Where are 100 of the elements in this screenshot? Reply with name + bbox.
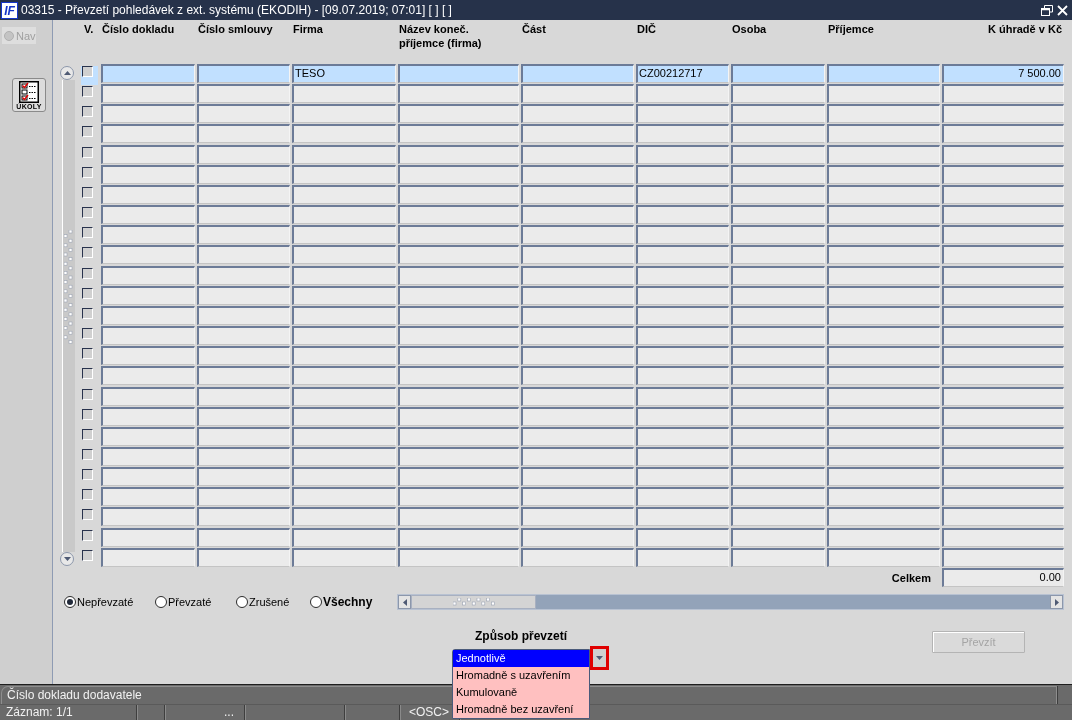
table-cell[interactable] bbox=[636, 527, 729, 547]
table-cell[interactable] bbox=[101, 285, 195, 305]
table-cell[interactable] bbox=[827, 487, 940, 507]
table-cell[interactable] bbox=[942, 144, 1064, 164]
table-cell[interactable] bbox=[197, 507, 290, 527]
table-cell[interactable] bbox=[942, 547, 1064, 567]
table-cell[interactable] bbox=[101, 507, 195, 527]
filter-radio[interactable]: Zrušené bbox=[236, 596, 310, 609]
table-cell[interactable] bbox=[521, 326, 634, 346]
table-cell[interactable] bbox=[827, 84, 940, 104]
table-cell[interactable] bbox=[827, 467, 940, 487]
table-cell[interactable] bbox=[521, 346, 634, 366]
table-cell[interactable] bbox=[942, 245, 1064, 265]
table-cell[interactable] bbox=[197, 124, 290, 144]
table-cell[interactable] bbox=[292, 285, 396, 305]
table-cell[interactable] bbox=[197, 467, 290, 487]
table-cell[interactable] bbox=[636, 426, 729, 446]
table-cell[interactable] bbox=[521, 446, 634, 466]
table-cell[interactable] bbox=[731, 225, 825, 245]
table-cell[interactable] bbox=[942, 446, 1064, 466]
table-cell[interactable] bbox=[197, 104, 290, 124]
table-cell[interactable] bbox=[827, 305, 940, 325]
restore-window-icon[interactable] bbox=[1041, 4, 1053, 16]
table-cell[interactable] bbox=[827, 245, 940, 265]
table-cell[interactable] bbox=[731, 406, 825, 426]
table-cell[interactable] bbox=[101, 386, 195, 406]
table-cell[interactable] bbox=[827, 124, 940, 144]
table-cell[interactable] bbox=[942, 124, 1064, 144]
table-cell[interactable] bbox=[521, 164, 634, 184]
table-cell[interactable] bbox=[398, 386, 519, 406]
table-cell[interactable] bbox=[731, 84, 825, 104]
row-checkbox[interactable] bbox=[82, 186, 93, 198]
row-checkbox[interactable] bbox=[82, 368, 93, 380]
row-checkbox[interactable] bbox=[82, 307, 93, 319]
table-cell[interactable] bbox=[101, 487, 195, 507]
vertical-scrollbar[interactable] bbox=[58, 64, 76, 568]
table-cell[interactable] bbox=[827, 144, 940, 164]
table-cell[interactable] bbox=[731, 426, 825, 446]
table-cell[interactable] bbox=[398, 84, 519, 104]
table-cell[interactable] bbox=[197, 225, 290, 245]
table-cell[interactable] bbox=[292, 467, 396, 487]
row-checkbox[interactable] bbox=[82, 227, 93, 239]
table-cell[interactable] bbox=[731, 547, 825, 567]
table-cell[interactable] bbox=[197, 547, 290, 567]
table-cell[interactable] bbox=[942, 326, 1064, 346]
table-cell[interactable] bbox=[731, 507, 825, 527]
row-checkbox[interactable] bbox=[82, 247, 93, 259]
table-cell[interactable] bbox=[398, 144, 519, 164]
table-cell[interactable] bbox=[827, 527, 940, 547]
table-cell[interactable] bbox=[398, 205, 519, 225]
table-cell[interactable] bbox=[292, 104, 396, 124]
table-cell[interactable] bbox=[101, 225, 195, 245]
table-cell[interactable] bbox=[827, 426, 940, 446]
table-cell[interactable] bbox=[292, 446, 396, 466]
table-cell[interactable] bbox=[521, 245, 634, 265]
table-cell[interactable] bbox=[101, 305, 195, 325]
table-cell[interactable] bbox=[827, 225, 940, 245]
table-cell[interactable] bbox=[197, 205, 290, 225]
table-cell[interactable] bbox=[942, 366, 1064, 386]
filter-radio[interactable]: Nepřevzaté bbox=[64, 596, 155, 609]
table-cell[interactable] bbox=[292, 406, 396, 426]
table-cell[interactable] bbox=[636, 245, 729, 265]
table-cell[interactable] bbox=[521, 265, 634, 285]
table-cell[interactable] bbox=[398, 426, 519, 446]
table-cell[interactable] bbox=[292, 144, 396, 164]
table-cell[interactable] bbox=[292, 205, 396, 225]
table-cell[interactable] bbox=[827, 64, 940, 83]
table-cell[interactable] bbox=[636, 326, 729, 346]
table-cell[interactable] bbox=[827, 406, 940, 426]
table-cell[interactable] bbox=[827, 205, 940, 225]
table-cell[interactable] bbox=[827, 366, 940, 386]
table-cell[interactable] bbox=[101, 245, 195, 265]
table-cell[interactable] bbox=[101, 104, 195, 124]
table-cell[interactable] bbox=[101, 446, 195, 466]
table-cell[interactable] bbox=[731, 285, 825, 305]
table-cell[interactable] bbox=[398, 467, 519, 487]
table-cell[interactable] bbox=[636, 124, 729, 144]
table-cell[interactable] bbox=[398, 507, 519, 527]
table-cell[interactable] bbox=[101, 84, 195, 104]
table-cell[interactable] bbox=[197, 527, 290, 547]
table-cell[interactable] bbox=[636, 265, 729, 285]
table-cell[interactable] bbox=[636, 366, 729, 386]
table-cell[interactable] bbox=[521, 527, 634, 547]
table-cell[interactable]: CZ00212717 bbox=[636, 64, 729, 83]
table-cell[interactable] bbox=[942, 305, 1064, 325]
table-cell[interactable] bbox=[197, 406, 290, 426]
table-cell[interactable] bbox=[197, 164, 290, 184]
table-cell[interactable] bbox=[292, 164, 396, 184]
table-cell[interactable] bbox=[731, 326, 825, 346]
table-cell[interactable] bbox=[521, 386, 634, 406]
table-cell[interactable] bbox=[292, 527, 396, 547]
table-cell[interactable] bbox=[398, 164, 519, 184]
table-cell[interactable] bbox=[731, 346, 825, 366]
table-cell[interactable] bbox=[636, 386, 729, 406]
table-cell[interactable] bbox=[521, 64, 634, 83]
table-cell[interactable] bbox=[827, 507, 940, 527]
table-cell[interactable] bbox=[521, 467, 634, 487]
table-cell[interactable] bbox=[398, 326, 519, 346]
table-cell[interactable] bbox=[197, 326, 290, 346]
table-cell[interactable] bbox=[942, 84, 1064, 104]
